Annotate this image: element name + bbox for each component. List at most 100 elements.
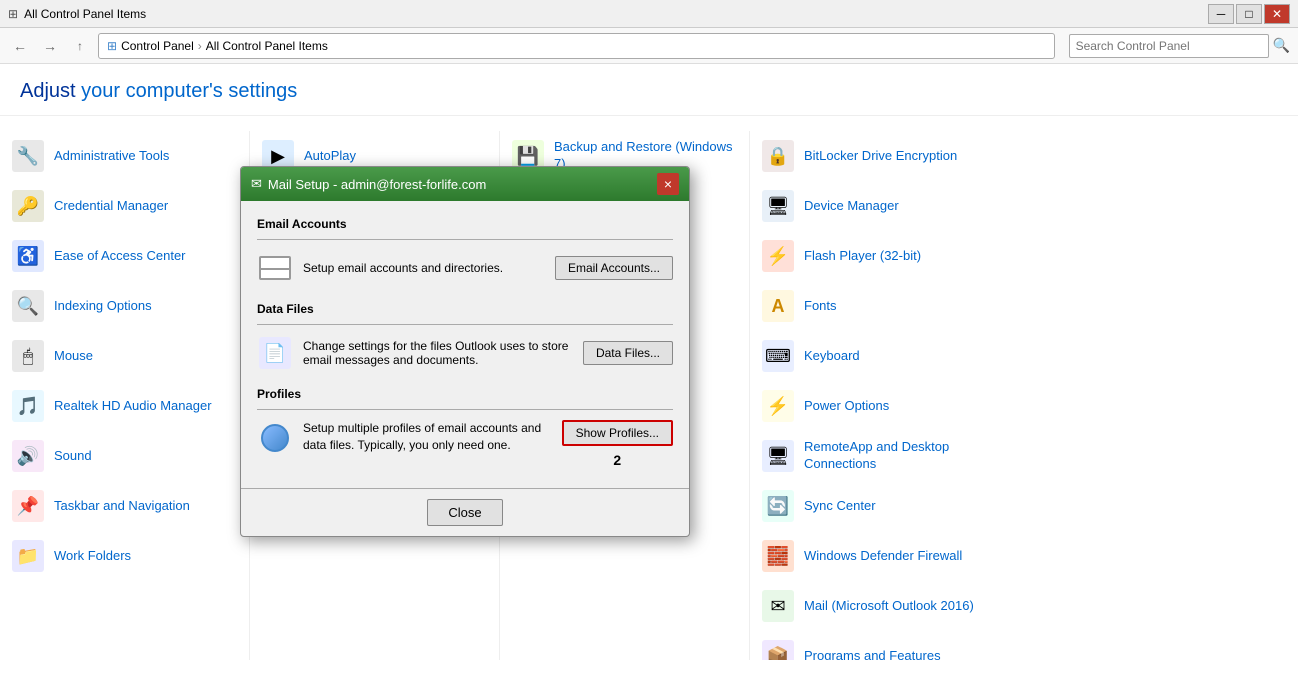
- back-button[interactable]: ←: [8, 34, 32, 58]
- modal-close-button[interactable]: Close: [427, 499, 502, 526]
- flash-icon: ⚡: [762, 240, 794, 272]
- credential-label: Credential Manager: [54, 198, 168, 215]
- email-accounts-desc: Setup email accounts and directories.: [303, 261, 545, 275]
- email-accounts-row: Setup email accounts and directories. Em…: [257, 250, 673, 286]
- mouse-icon: 🖱: [12, 340, 44, 372]
- search-input[interactable]: [1069, 34, 1269, 58]
- cp-item-sync[interactable]: 🔄 Sync Center: [750, 481, 1000, 531]
- cp-item-bitlocker[interactable]: 🔒 BitLocker Drive Encryption: [750, 131, 1000, 181]
- cp-item-remoteapp[interactable]: 🖥 RemoteApp and Desktop Connections: [750, 431, 1000, 481]
- step-number: 2: [613, 452, 621, 468]
- maximize-btn[interactable]: □: [1236, 4, 1262, 24]
- address-bar: ← → ↑ ⊞ Control Panel › All Control Pane…: [0, 28, 1298, 64]
- remoteapp-icon: 🖥: [762, 440, 794, 472]
- data-files-section: Data Files 📄 Change settings for the fil…: [257, 302, 673, 371]
- fonts-label: Fonts: [804, 298, 837, 315]
- datafile-icon-shape: 📄: [259, 337, 291, 369]
- cp-item-keyboard[interactable]: ⌨ Keyboard: [750, 331, 1000, 381]
- device-mgr-icon: 🖥: [762, 190, 794, 222]
- data-files-desc: Change settings for the files Outlook us…: [303, 339, 573, 367]
- minimize-btn[interactable]: ─: [1208, 4, 1234, 24]
- forward-button[interactable]: →: [38, 34, 62, 58]
- indexing-icon: 🔍: [12, 290, 44, 322]
- flash-label: Flash Player (32-bit): [804, 248, 921, 265]
- realtek-icon: 🎵: [12, 390, 44, 422]
- sync-icon: 🔄: [762, 490, 794, 522]
- content-area: 🔧 Administrative Tools ▶ AutoPlay 💾 Back…: [0, 116, 1298, 670]
- cp-item-fonts[interactable]: A Fonts: [750, 281, 1000, 331]
- ease-icon: ♿: [12, 240, 44, 272]
- cp-item-programs[interactable]: 📦 Programs and Features: [750, 631, 1000, 660]
- taskbar-label: Taskbar and Navigation: [54, 498, 190, 515]
- data-files-row: 📄 Change settings for the files Outlook …: [257, 335, 673, 371]
- modal-body: Email Accounts Setup email accounts and …: [241, 201, 689, 488]
- cp-item-realtek[interactable]: 🎵 Realtek HD Audio Manager: [0, 381, 250, 431]
- cp-item-credential[interactable]: 🔑 Credential Manager: [0, 181, 250, 231]
- data-files-title: Data Files: [257, 302, 673, 316]
- modal-title-left: ✉ Mail Setup - admin@forest-forlife.com: [251, 176, 486, 192]
- fonts-icon: A: [762, 290, 794, 322]
- window-close-btn[interactable]: ✕: [1264, 4, 1290, 24]
- mouse-label: Mouse: [54, 348, 93, 365]
- admin-tools-icon: 🔧: [12, 140, 44, 172]
- page-title: Adjust your computer's settings: [20, 80, 1278, 103]
- autoplay-label: AutoPlay: [304, 148, 356, 165]
- title-bar: ⊞ All Control Panel Items ─ □ ✕: [0, 0, 1298, 28]
- realtek-label: Realtek HD Audio Manager: [54, 398, 212, 415]
- credential-icon: 🔑: [12, 190, 44, 222]
- data-files-button[interactable]: Data Files...: [583, 341, 673, 365]
- programs-icon: 📦: [762, 640, 794, 660]
- search-icon: 🔍: [1273, 37, 1290, 54]
- power-label: Power Options: [804, 398, 889, 415]
- title-bar-text: All Control Panel Items: [24, 7, 146, 21]
- cp-item-blank9: [250, 531, 500, 581]
- cp-item-taskbar[interactable]: 📌 Taskbar and Navigation: [0, 481, 250, 531]
- cp-item-power[interactable]: ⚡ Power Options: [750, 381, 1000, 431]
- cp-item-windefender[interactable]: 🧱 Windows Defender Firewall: [750, 531, 1000, 581]
- admin-tools-label: Administrative Tools: [54, 148, 169, 165]
- email-accounts-button[interactable]: Email Accounts...: [555, 256, 673, 280]
- cp-item-mouse[interactable]: 🖱 Mouse: [0, 331, 250, 381]
- cp-item-blank14: [0, 631, 250, 660]
- data-files-icon: 📄: [257, 335, 293, 371]
- up-button[interactable]: ↑: [68, 34, 92, 58]
- cp-item-admin-tools[interactable]: 🔧 Administrative Tools: [0, 131, 250, 181]
- cp-item-indexing[interactable]: 🔍 Indexing Options: [0, 281, 250, 331]
- modal-footer: Close: [241, 488, 689, 536]
- cp-item-ease[interactable]: ♿ Ease of Access Center: [0, 231, 250, 281]
- mail-setup-modal: ✉ Mail Setup - admin@forest-forlife.com …: [240, 166, 690, 537]
- cp-item-mail[interactable]: ✉ Mail (Microsoft Outlook 2016): [750, 581, 1000, 631]
- profiles-desc: Setup multiple profiles of email account…: [303, 420, 552, 454]
- modal-close-x-button[interactable]: ×: [657, 173, 679, 195]
- workfolders-icon: 📁: [12, 540, 44, 572]
- show-profiles-button[interactable]: Show Profiles...: [562, 420, 673, 446]
- cp-item-sound[interactable]: 🔊 Sound: [0, 431, 250, 481]
- email-accounts-icon: [257, 250, 293, 286]
- sync-label: Sync Center: [804, 498, 876, 515]
- keyboard-icon: ⌨: [762, 340, 794, 372]
- programs-label: Programs and Features: [804, 648, 941, 660]
- title-bar-icon: ⊞: [8, 7, 18, 21]
- envelope-icon: [259, 256, 291, 280]
- modal-title-icon: ✉: [251, 176, 262, 192]
- bitlocker-label: BitLocker Drive Encryption: [804, 148, 957, 165]
- path-part-2: All Control Panel Items: [206, 39, 328, 53]
- sound-label: Sound: [54, 448, 92, 465]
- cp-item-blank16: [500, 631, 750, 660]
- workfolders-label: Work Folders: [54, 548, 131, 565]
- cp-item-workfolders[interactable]: 📁 Work Folders: [0, 531, 250, 581]
- cp-item-blank15: [250, 631, 500, 660]
- profiles-section: Profiles Setup multiple profiles of emai…: [257, 387, 673, 456]
- address-path[interactable]: ⊞ Control Panel › All Control Panel Item…: [98, 33, 1055, 59]
- power-icon: ⚡: [762, 390, 794, 422]
- windefender-icon: 🧱: [762, 540, 794, 572]
- mail-icon: ✉: [762, 590, 794, 622]
- cp-item-blank13: [500, 581, 750, 631]
- address-icon: ⊞: [107, 39, 117, 53]
- cp-item-device-mgr[interactable]: 🖥 Device Manager: [750, 181, 1000, 231]
- cp-item-flash[interactable]: ⚡ Flash Player (32-bit): [750, 231, 1000, 281]
- page-header: Adjust your computer's settings: [0, 64, 1298, 116]
- modal-title-text: Mail Setup - admin@forest-forlife.com: [268, 177, 486, 192]
- path-part-1: Control Panel: [121, 39, 194, 53]
- remoteapp-label: RemoteApp and Desktop Connections: [804, 439, 988, 473]
